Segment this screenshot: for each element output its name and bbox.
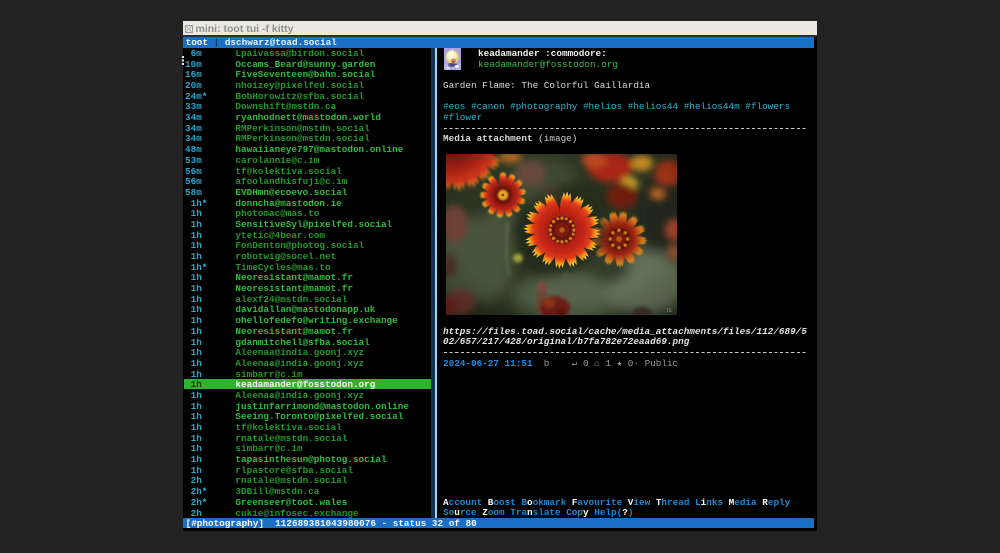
svg-text:IS: IS [667,308,672,314]
